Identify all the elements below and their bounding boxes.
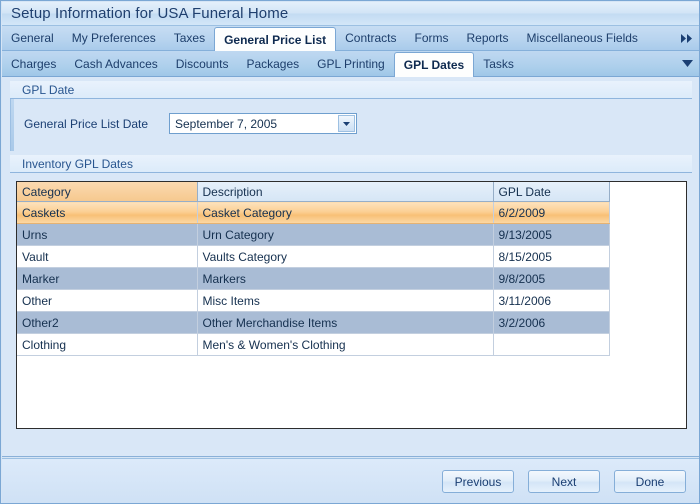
- primary-tabstrip: General My Preferences Taxes General Pri…: [2, 26, 699, 51]
- previous-button[interactable]: Previous: [442, 470, 514, 493]
- tab-discounts[interactable]: Discounts: [167, 51, 238, 76]
- window-title: Setup Information for USA Funeral Home: [11, 5, 289, 22]
- general-price-list-date-value: September 7, 2005: [175, 116, 278, 131]
- tab-taxes[interactable]: Taxes: [165, 26, 214, 50]
- table-row[interactable]: Clothing Men's & Women's Clothing: [17, 333, 610, 356]
- cell-description[interactable]: Casket Category: [197, 201, 494, 224]
- cell-gpl-date[interactable]: 6/2/2009: [493, 201, 610, 224]
- chevron-down-icon[interactable]: [674, 51, 699, 76]
- cell-category[interactable]: Vault: [17, 245, 198, 268]
- table-row[interactable]: Other2 Other Merchandise Items 3/2/2006: [17, 311, 610, 334]
- cell-category[interactable]: Urns: [17, 223, 198, 246]
- column-header-category[interactable]: Category: [17, 182, 198, 202]
- table-row[interactable]: Caskets Casket Category 6/2/2009: [17, 201, 610, 224]
- cell-description[interactable]: Markers: [197, 267, 494, 290]
- tab-forms[interactable]: Forms: [406, 26, 458, 50]
- cell-category[interactable]: Clothing: [17, 333, 198, 356]
- footer-button-bar: Previous Next Done: [2, 458, 699, 503]
- cell-category[interactable]: Other2: [17, 311, 198, 334]
- setup-information-window: Setup Information for USA Funeral Home G…: [0, 0, 700, 504]
- tab-gpl-dates[interactable]: GPL Dates: [393, 52, 475, 77]
- tab-my-preferences[interactable]: My Preferences: [63, 26, 165, 50]
- double-chevron-right-icon[interactable]: [674, 26, 699, 50]
- next-button[interactable]: Next: [528, 470, 600, 493]
- cell-description[interactable]: Vaults Category: [197, 245, 494, 268]
- cell-category[interactable]: Other: [17, 289, 198, 312]
- cell-gpl-date[interactable]: 9/13/2005: [493, 223, 610, 246]
- secondary-tabstrip: Charges Cash Advances Discounts Packages…: [2, 51, 699, 77]
- cell-description[interactable]: Men's & Women's Clothing: [197, 333, 494, 356]
- done-button[interactable]: Done: [614, 470, 686, 493]
- cell-gpl-date[interactable]: 9/8/2005: [493, 267, 610, 290]
- cell-description[interactable]: Urn Category: [197, 223, 494, 246]
- table-row[interactable]: Marker Markers 9/8/2005: [17, 267, 610, 290]
- general-price-list-date-label: General Price List Date: [24, 116, 149, 131]
- tab-packages[interactable]: Packages: [237, 51, 308, 76]
- column-header-description[interactable]: Description: [197, 182, 494, 202]
- tab-contracts[interactable]: Contracts: [336, 26, 405, 50]
- cell-category[interactable]: Caskets: [17, 201, 198, 224]
- tab-gpl-printing[interactable]: GPL Printing: [308, 51, 394, 76]
- table-row[interactable]: Urns Urn Category 9/13/2005: [17, 223, 610, 246]
- tab-general-price-list[interactable]: General Price List: [214, 27, 337, 51]
- inventory-gpl-dates-group-header: Inventory GPL Dates: [10, 155, 692, 173]
- cell-description[interactable]: Misc Items: [197, 289, 494, 312]
- inventory-gpl-dates-grid-panel[interactable]: Category Description GPL Date Caskets Ca…: [16, 181, 687, 429]
- table-row[interactable]: Other Misc Items 3/11/2006: [17, 289, 610, 312]
- cell-category[interactable]: Marker: [17, 267, 198, 290]
- tab-cash-advances[interactable]: Cash Advances: [65, 51, 166, 76]
- cell-gpl-date[interactable]: 3/2/2006: [493, 311, 610, 334]
- tab-tasks[interactable]: Tasks: [474, 51, 523, 76]
- general-price-list-date-row: General Price List Date September 7, 200…: [24, 113, 357, 134]
- cell-gpl-date[interactable]: 8/15/2005: [493, 245, 610, 268]
- window-titlebar: Setup Information for USA Funeral Home: [2, 2, 699, 26]
- tab-general[interactable]: General: [2, 26, 63, 50]
- cell-gpl-date[interactable]: 3/11/2006: [493, 289, 610, 312]
- gpl-date-group-header: GPL Date: [10, 81, 692, 99]
- table-row[interactable]: Vault Vaults Category 8/15/2005: [17, 245, 610, 268]
- grid-header-row: Category Description GPL Date: [17, 182, 610, 202]
- tab-reports[interactable]: Reports: [458, 26, 518, 50]
- tab-miscellaneous-fields[interactable]: Miscellaneous Fields: [518, 26, 647, 50]
- date-dropdown-button[interactable]: [338, 115, 355, 132]
- inventory-gpl-dates-grid: Category Description GPL Date Caskets Ca…: [17, 182, 610, 356]
- cell-description[interactable]: Other Merchandise Items: [197, 311, 494, 334]
- gpl-date-group-rail: [10, 99, 14, 151]
- column-header-gpl-date[interactable]: GPL Date: [493, 182, 610, 202]
- chevron-down-icon: [343, 121, 350, 126]
- general-price-list-date-input[interactable]: September 7, 2005: [169, 113, 357, 134]
- tab-charges[interactable]: Charges: [2, 51, 65, 76]
- gpl-dates-page: GPL Date General Price List Date Septemb…: [2, 77, 699, 457]
- cell-gpl-date[interactable]: [493, 333, 610, 356]
